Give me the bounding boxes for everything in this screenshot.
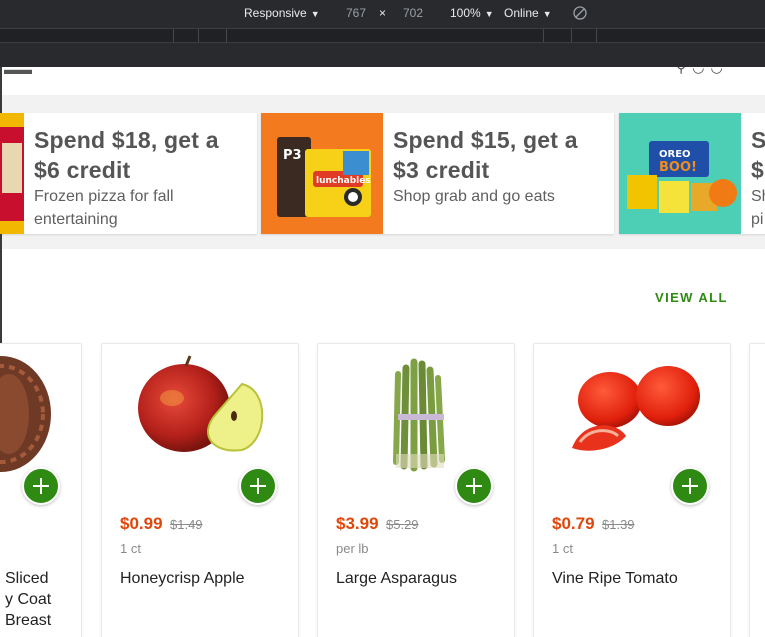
product-name[interactable]: Vine Ripe Tomato — [552, 568, 678, 589]
svg-text:BOO!: BOO! — [659, 160, 697, 175]
product-card[interactable]: $0.79 $1.39 1 ct Vine Ripe Tomato — [533, 343, 731, 637]
promo-subtitle-line1: Shop grab and go eats — [393, 188, 555, 205]
price-row: $0.99 $1.49 — [120, 514, 203, 534]
promo-title-line1: S — [751, 127, 765, 153]
original-price: $1.39 — [602, 517, 635, 532]
zoom-caret-icon: ▼ — [484, 9, 494, 19]
product-name: Sliced y Coat Breast — [5, 568, 51, 631]
original-price: $1.49 — [170, 517, 203, 532]
product-name-line3: Breast — [5, 612, 52, 629]
promo-card[interactable]: P3 lunchables Spend $15, get a $3 credit… — [261, 113, 614, 234]
width-input[interactable]: 767 — [346, 6, 366, 20]
zoom-label: 100% — [450, 6, 481, 20]
promo-subtitle-line2: pi — [751, 211, 764, 228]
promo-image-pizza — [0, 113, 24, 234]
rotate-icon[interactable] — [573, 6, 587, 20]
price-row: $3.99 $5.29 — [336, 514, 419, 534]
add-to-cart-button[interactable] — [671, 467, 709, 505]
promo-text: Spend $18, get a $6 credit Frozen pizza … — [34, 125, 254, 231]
svg-text:P3: P3 — [283, 148, 302, 163]
promo-subtitle-line1: Frozen pizza for fall — [34, 188, 174, 205]
product-image-tomato — [534, 354, 732, 474]
unit-label: 1 ct — [120, 541, 141, 556]
device-select[interactable]: Responsive ▼ — [244, 6, 320, 20]
price-row: $0.79 $1.39 — [552, 514, 635, 534]
ruler-segment — [173, 29, 174, 42]
device-label: Responsive — [244, 6, 307, 20]
promo-card[interactable]: Spend $18, get a $6 credit Frozen pizza … — [0, 113, 257, 234]
ruler-segment — [226, 29, 227, 42]
dimension-separator: × — [379, 6, 387, 20]
sale-price: $0.99 — [120, 514, 163, 533]
promo-text: Spend $15, get a $3 credit Shop grab and… — [393, 125, 613, 208]
svg-text:OREO: OREO — [659, 149, 691, 160]
promo-title-line2: $ — [751, 157, 764, 183]
promo-subtitle-line1: Sh — [751, 188, 765, 205]
promo-title-line2: $3 credit — [393, 157, 490, 183]
view-all-link[interactable]: VIEW ALL — [655, 290, 728, 305]
network-label: Online — [504, 6, 539, 20]
page-viewport: ▬▬ ⚲◡◡ Spend $18, get a $6 credit Frozen… — [0, 67, 765, 637]
product-card[interactable]: $3.99 $5.29 per lb Large Asparagus — [317, 343, 515, 637]
product-card[interactable]: $0.99 $1.49 1 ct Honeycrisp Apple — [101, 343, 299, 637]
promo-image-oreo: OREO BOO! — [619, 113, 741, 234]
devtools-toolbar: Responsive ▼ 767 × 702 100% ▼ Online ▼ — [0, 0, 765, 67]
product-image-asparagus — [318, 354, 516, 474]
add-to-cart-button[interactable] — [22, 467, 60, 505]
product-name-line2: y Coat — [5, 591, 52, 608]
ruler-segment — [543, 29, 544, 42]
add-to-cart-button[interactable] — [455, 467, 493, 505]
product-image-turkey — [0, 354, 83, 474]
menu-icon[interactable]: ▬▬ — [4, 67, 32, 77]
promo-title-line2: $6 credit — [34, 157, 131, 183]
header-icons[interactable]: ⚲◡◡ — [676, 67, 729, 76]
promo-title-line1: Spend $15, get a — [393, 127, 578, 153]
product-card[interactable]: Sliced y Coat Breast — [0, 343, 82, 637]
unit-label: per lb — [336, 541, 369, 556]
promo-subtitle-line2: entertaining — [34, 211, 118, 228]
media-query-ruler — [0, 28, 765, 43]
device-caret-icon: ▼ — [310, 9, 320, 19]
add-to-cart-button[interactable] — [239, 467, 277, 505]
promo-text: S $ Sh pi — [751, 125, 765, 231]
sale-price: $0.79 — [552, 514, 595, 533]
original-price: $5.29 — [386, 517, 419, 532]
promo-title-line1: Spend $18, get a — [34, 127, 219, 153]
network-caret-icon: ▼ — [542, 9, 552, 19]
zoom-select[interactable]: 100% ▼ — [450, 6, 494, 20]
product-name[interactable]: Large Asparagus — [336, 568, 457, 589]
product-name[interactable]: Honeycrisp Apple — [120, 568, 245, 589]
product-card[interactable] — [749, 343, 765, 637]
promo-card[interactable]: OREO BOO! S $ Sh pi — [619, 113, 765, 234]
promo-image-lunchables: P3 lunchables — [261, 113, 383, 234]
ruler-segment — [571, 29, 572, 42]
product-image-apple — [102, 354, 300, 474]
devtools-device-bar: Responsive ▼ 767 × 702 100% ▼ Online ▼ — [0, 0, 765, 26]
sale-price: $3.99 — [336, 514, 379, 533]
unit-label: 1 ct — [552, 541, 573, 556]
ruler-segment — [596, 29, 597, 42]
product-name-line1: Sliced — [5, 570, 49, 587]
ruler-segment — [198, 29, 199, 42]
svg-text:lunchables: lunchables — [316, 176, 371, 186]
height-input[interactable]: 702 — [403, 6, 423, 20]
network-throttle-select[interactable]: Online ▼ — [504, 6, 552, 20]
